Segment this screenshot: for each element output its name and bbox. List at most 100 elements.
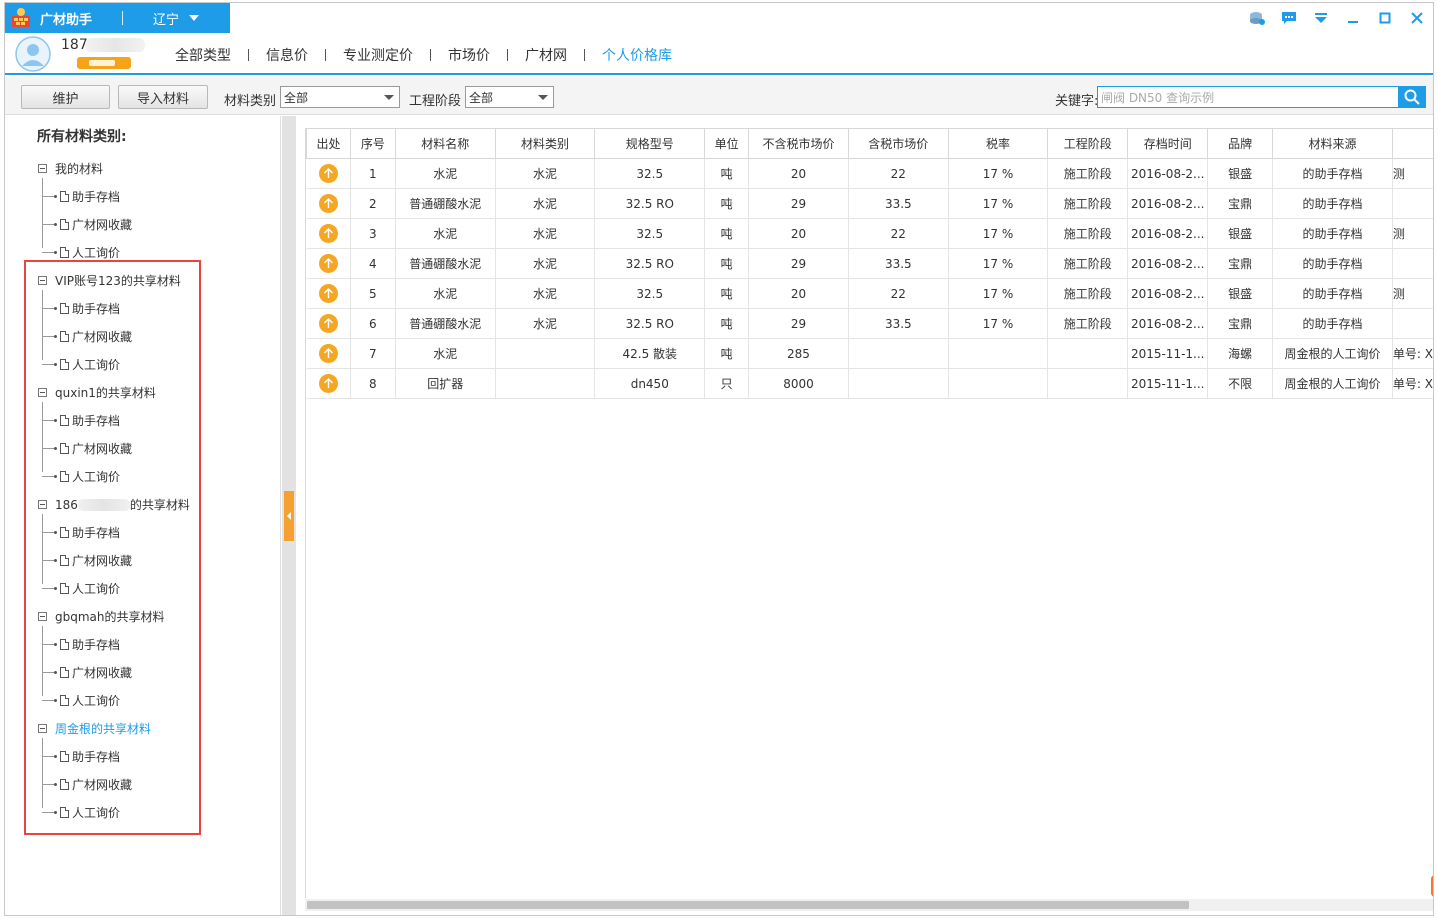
- table-row[interactable]: 6 普通硼酸水泥 水泥 32.5 RO 吨 29 33.5 17 % 施工阶段 2016-08-2…: [306, 308, 1433, 339]
- category-label: 材料类别: [224, 94, 277, 109]
- search-button[interactable]: [1398, 86, 1426, 108]
- table-cell: 29: [748, 308, 849, 339]
- nav-item-market-price[interactable]: 市场价: [443, 45, 495, 65]
- category-select[interactable]: 全部: [280, 86, 400, 108]
- maximize-icon[interactable]: [1375, 8, 1395, 28]
- keyword-label: 关键字:: [1055, 94, 1099, 109]
- document-icon: [60, 190, 69, 202]
- collapse-sidebar-button[interactable]: [284, 491, 294, 541]
- arrow-up-icon[interactable]: [318, 224, 338, 243]
- column-header[interactable]: 品牌: [1207, 128, 1273, 159]
- arrow-up-icon[interactable]: [318, 194, 338, 213]
- search-input[interactable]: 闸阀 DN50 查询示例: [1097, 86, 1399, 108]
- region-selector[interactable]: 辽宁: [153, 9, 200, 28]
- arrow-up-icon[interactable]: [318, 314, 338, 333]
- nav-item-personal-price-library[interactable]: 个人价格库: [597, 45, 677, 83]
- table-cell: 吨: [704, 248, 750, 279]
- column-header[interactable]: 材料类别: [494, 128, 596, 159]
- column-header[interactable]: 序号: [349, 128, 396, 159]
- table-row[interactable]: 8 回扩器 dn450 只 8000 2015-11-1... 不限 周金根的人工询价 单号: …: [306, 368, 1433, 399]
- table-row[interactable]: 1 水泥 水泥 32.5 吨 20 22 17 % 施工阶段 2016-08-2... 银盛 的助手存…: [306, 158, 1433, 189]
- table-row[interactable]: 4 普通硼酸水泥 水泥 32.5 RO 吨 29 33.5 17 % 施工阶段 2016-08-2…: [306, 248, 1433, 279]
- tree-leaf-assistant-archive[interactable]: 助手存档: [5, 182, 281, 210]
- column-header[interactable]: [1391, 128, 1433, 159]
- maintain-button[interactable]: 维护: [21, 85, 110, 109]
- arrow-up-icon[interactable]: [318, 254, 338, 273]
- table-cell: [495, 368, 596, 399]
- window-controls: [1247, 8, 1427, 28]
- table-cell: 周金根的人工询价: [1272, 338, 1393, 369]
- tree-node-label: 我的材料: [55, 161, 104, 176]
- table-cell: 2016-08-2...: [1127, 308, 1209, 339]
- nav-item-all-types[interactable]: 全部类型: [170, 45, 236, 65]
- column-header[interactable]: 规格型号: [594, 128, 706, 159]
- table-row[interactable]: 7 水泥 42.5 散装吨 285 2015-11-1... 海螺 周金根的人工询价 单号: …: [306, 338, 1433, 369]
- table-cell: [948, 368, 1049, 399]
- table-cell: 20: [748, 278, 849, 309]
- title-bar: 广材助手 辽宁: [5, 3, 1433, 33]
- tree-leaf-favorites[interactable]: 广材网收藏: [5, 210, 281, 238]
- table-cell: 1: [350, 158, 396, 189]
- column-header[interactable]: 单位: [704, 128, 750, 159]
- nav-item-professional-price[interactable]: 专业测定价: [338, 45, 418, 65]
- menu-dropdown-icon[interactable]: [1311, 8, 1331, 28]
- column-header[interactable]: 存档时间: [1127, 128, 1209, 159]
- nav-item-guangcai-net[interactable]: 广材网: [520, 45, 572, 65]
- table-cell: 29: [748, 188, 849, 219]
- column-header[interactable]: 工程阶段: [1047, 128, 1129, 159]
- column-header[interactable]: 出处: [306, 128, 351, 159]
- table-cell: 施工阶段: [1047, 188, 1129, 219]
- annotation-highlight-box: [24, 260, 201, 835]
- table-cell: 宝鼎: [1207, 308, 1273, 339]
- collapse-icon[interactable]: [38, 163, 47, 173]
- table-cell: 海螺: [1207, 338, 1273, 369]
- message-icon[interactable]: [1279, 8, 1299, 28]
- stage-select-value: 全部: [469, 90, 494, 105]
- table-cell: [495, 338, 596, 369]
- source-cell: [306, 338, 351, 369]
- table-cell: 32.5 RO: [594, 188, 706, 219]
- arrow-up-icon[interactable]: [318, 284, 338, 303]
- avatar[interactable]: [15, 36, 51, 72]
- column-header[interactable]: 不含税市场价: [748, 128, 849, 159]
- table-cell: [948, 338, 1049, 369]
- chevron-down-icon: [538, 95, 548, 100]
- skin-icon[interactable]: [1247, 8, 1267, 28]
- table-row[interactable]: 5 水泥 水泥 32.5 吨 20 22 17 % 施工阶段 2016-08-2... 银盛 的助手存…: [306, 278, 1433, 309]
- nav-item-info-price[interactable]: 信息价: [261, 45, 313, 65]
- column-header[interactable]: 税率: [947, 128, 1049, 159]
- table-cell: 普通硼酸水泥: [395, 308, 496, 339]
- table-cell: 水泥: [495, 218, 596, 249]
- table-cell: 单号: X: [1392, 368, 1433, 399]
- table-cell: 5: [350, 278, 396, 309]
- main-nav: 全部类型 信息价 专业测定价 市场价 广材网 个人价格库: [170, 45, 677, 83]
- horizontal-scrollbar-thumb[interactable]: [307, 901, 1189, 909]
- import-material-button[interactable]: 导入材料: [118, 85, 208, 109]
- table-cell: 宝鼎: [1207, 248, 1273, 279]
- region-label: 辽宁: [153, 12, 180, 28]
- tree-node-my-materials[interactable]: 我的材料: [5, 154, 281, 182]
- arrow-up-icon[interactable]: [318, 164, 338, 183]
- table-cell: 水泥: [395, 218, 496, 249]
- user-name-redacted: [85, 38, 145, 52]
- table-cell: 2016-08-2...: [1127, 158, 1209, 189]
- table-cell: 单号: X: [1392, 338, 1433, 369]
- table-cell: 测: [1392, 218, 1433, 249]
- stage-select[interactable]: 全部: [465, 86, 554, 108]
- minimize-icon[interactable]: [1343, 8, 1363, 28]
- table-cell: 吨: [704, 278, 750, 309]
- table-row[interactable]: 2 普通硼酸水泥 水泥 32.5 RO 吨 29 33.5 17 % 施工阶段 2016-08-2…: [306, 188, 1433, 219]
- column-header[interactable]: 材料来源: [1272, 128, 1393, 159]
- arrow-up-icon[interactable]: [318, 374, 338, 393]
- column-header[interactable]: 材料名称: [394, 128, 496, 159]
- arrow-up-icon[interactable]: [318, 344, 338, 363]
- source-cell: [306, 368, 351, 399]
- table-cell: 吨: [704, 158, 750, 189]
- horizontal-scrollbar[interactable]: [305, 899, 1433, 911]
- table-cell: 吨: [704, 338, 750, 369]
- table-row[interactable]: 3 水泥 水泥 32.5 吨 20 22 17 % 施工阶段 2016-08-2... 银盛 的助手存…: [306, 218, 1433, 249]
- table-cell: [848, 338, 949, 369]
- column-header[interactable]: 含税市场价: [847, 128, 949, 159]
- table-cell: 2: [350, 188, 396, 219]
- close-icon[interactable]: [1407, 8, 1427, 28]
